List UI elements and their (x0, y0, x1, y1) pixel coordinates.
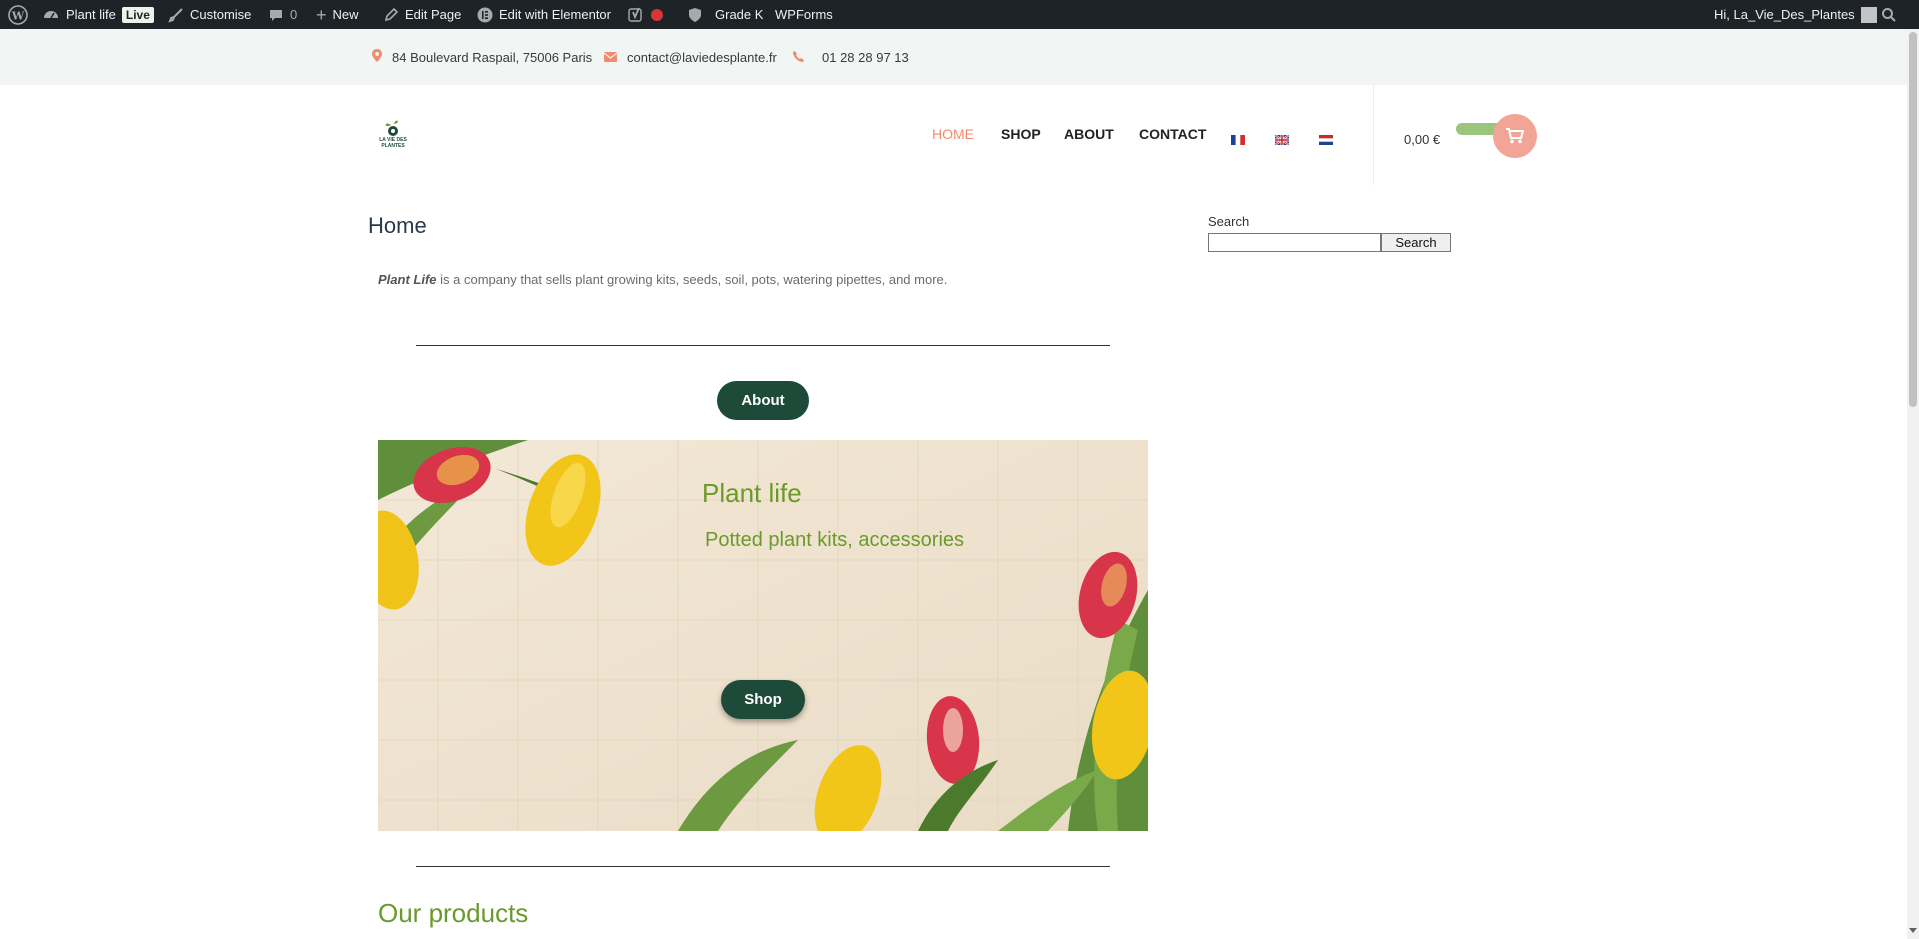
shop-button[interactable]: Shop (721, 680, 805, 719)
envelope-icon (603, 50, 618, 65)
nav-shop[interactable]: SHOP (1001, 126, 1041, 142)
nav-about[interactable]: ABOUT (1064, 126, 1114, 142)
admin-search[interactable] (1881, 0, 1897, 29)
admin-comments[interactable]: 0 (268, 0, 297, 29)
comments-count: 0 (290, 7, 298, 22)
nav-contact[interactable]: CONTACT (1139, 126, 1206, 142)
address-text: 84 Boulevard Raspail, 75006 Paris (392, 49, 593, 65)
email-item[interactable]: contact@laviedesplante.fr (603, 29, 777, 85)
phone-item[interactable]: 01 28 28 97 13 (793, 29, 909, 85)
search-label: Search (1208, 214, 1250, 229)
products-heading: Our products (378, 898, 529, 928)
divider-bottom (416, 866, 1110, 867)
admin-yoast[interactable] (627, 0, 663, 29)
svg-text:W: W (11, 9, 25, 22)
site-logo[interactable]: LA VIE DES PLANTES (375, 120, 411, 154)
wordpress-logo-icon[interactable]: W (8, 0, 28, 29)
admin-edit-page[interactable]: Edit Page (383, 0, 461, 29)
search-input[interactable] (1208, 233, 1381, 252)
scrollbar-thumb[interactable] (1909, 32, 1917, 407)
elementor-icon (477, 7, 493, 23)
live-badge: Live (121, 6, 154, 23)
admin-bar: W Plant life Live Customise 0 + New Edit… (0, 0, 1919, 29)
greeting-label: Hi, La_Vie_Des_Plantes (1714, 7, 1855, 22)
admin-customise[interactable]: Customise (168, 0, 251, 29)
search-icon (1881, 7, 1897, 23)
admin-wpforms[interactable]: WPForms (775, 0, 833, 29)
hero-subtitle: Potted plant kits, accessories (705, 529, 965, 551)
logo-plant-icon (385, 120, 398, 136)
phone-text[interactable]: 01 28 28 97 13 (822, 50, 909, 65)
cart-button[interactable] (1493, 114, 1537, 158)
admin-edit-elementor[interactable]: Edit with Elementor (477, 0, 611, 29)
hero-title: Plant life (702, 478, 802, 508)
email-text[interactable]: contact@laviedesplante.fr (627, 50, 777, 65)
dashboard-icon (42, 6, 60, 24)
scroll-down-arrow-icon[interactable] (1907, 925, 1919, 935)
admin-grade[interactable]: Grade K (687, 0, 763, 29)
intro-text: is a company that sells plant growing ki… (436, 272, 948, 287)
edit-page-label: Edit Page (405, 7, 462, 22)
logo-text: LA VIE DES PLANTES (379, 137, 407, 149)
comment-icon (268, 7, 284, 23)
plus-icon: + (316, 4, 327, 25)
header-divider (1373, 85, 1374, 185)
yoast-icon (627, 6, 645, 24)
grade-label: Grade K (715, 7, 764, 22)
seo-status-dot (651, 8, 663, 21)
customise-label: Customise (190, 7, 252, 22)
uk-flag-icon[interactable] (1275, 135, 1289, 145)
site-header: LA VIE DES PLANTES HOME SHOP ABOUT CONTA… (0, 85, 1907, 185)
admin-site-name[interactable]: Plant life Live (42, 0, 154, 29)
dutch-flag-icon[interactable] (1319, 135, 1333, 145)
french-flag-icon[interactable] (1231, 135, 1245, 145)
new-label: New (332, 7, 359, 22)
shield-icon (687, 7, 703, 23)
search-button[interactable]: Search (1381, 233, 1451, 252)
brush-icon (168, 7, 184, 23)
divider-top (416, 345, 1110, 346)
pencil-icon (383, 7, 399, 23)
admin-new[interactable]: + New (316, 0, 359, 29)
intro-paragraph: Plant Life is a company that sells plant… (378, 272, 947, 287)
page-title: Home (368, 213, 427, 238)
page-scrollbar[interactable] (1907, 29, 1919, 939)
edit-elementor-label: Edit with Elementor (499, 7, 611, 22)
address-item: 84 Boulevard Raspail, 75006 Paris (372, 29, 592, 85)
about-button[interactable]: About (717, 381, 809, 420)
admin-account[interactable]: Hi, La_Vie_Des_Plantes (1714, 0, 1877, 29)
intro-brand: Plant Life (378, 272, 437, 287)
wpforms-label: WPForms (775, 7, 833, 22)
nav-home[interactable]: HOME (932, 126, 974, 142)
shopping-cart-icon (1506, 128, 1524, 144)
top-info-bar: 84 Boulevard Raspail, 75006 Paris contac… (0, 29, 1907, 85)
cart-total[interactable]: 0,00 € (1404, 132, 1440, 147)
site-name-label: Plant life (66, 7, 116, 22)
phone-icon (793, 50, 804, 65)
map-pin-icon (372, 49, 382, 65)
hero-banner: Plant life Potted plant kits, accessorie… (378, 440, 1148, 831)
avatar (1860, 6, 1877, 23)
